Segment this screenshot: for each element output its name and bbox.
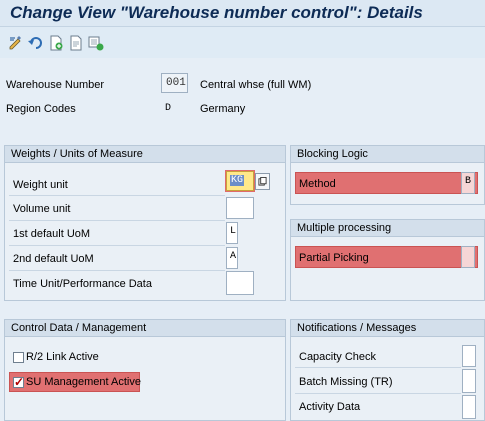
copy-entry-icon[interactable] bbox=[66, 33, 86, 53]
page-title: Change View "Warehouse number control": … bbox=[10, 3, 423, 22]
partial-picking-label: Partial Picking bbox=[299, 252, 369, 264]
region-description: Germany bbox=[200, 103, 246, 115]
capacity-check-label: Capacity Check bbox=[299, 351, 377, 363]
su-management-checkbox[interactable] bbox=[13, 375, 24, 389]
blocking-logic-group: Blocking Logic Method B bbox=[290, 145, 485, 205]
application-toolbar bbox=[0, 28, 485, 58]
weights-group: Weights / Units of Measure Weight unit K… bbox=[4, 145, 286, 301]
second-default-uom-label: 2nd default UoM bbox=[13, 253, 94, 265]
control-data-title: Control Data / Management bbox=[5, 320, 285, 337]
title-bar: Change View "Warehouse number control": … bbox=[0, 0, 485, 27]
first-default-uom-label: 1st default UoM bbox=[13, 228, 91, 240]
volume-unit-field[interactable] bbox=[226, 197, 254, 219]
warehouse-number-field: 001 bbox=[161, 73, 188, 93]
partial-picking-checkbox[interactable] bbox=[461, 246, 475, 268]
select-icon[interactable] bbox=[86, 33, 106, 53]
capacity-check-field[interactable] bbox=[462, 345, 476, 367]
detail-area: Warehouse Number 001 Central whse (full … bbox=[0, 58, 485, 421]
undo-icon[interactable] bbox=[26, 33, 46, 53]
notifications-group: Notifications / Messages Capacity Check … bbox=[290, 319, 485, 421]
region-code-value: D bbox=[165, 103, 172, 114]
volume-unit-label: Volume unit bbox=[13, 203, 71, 215]
region-codes-label: Region Codes bbox=[6, 103, 76, 115]
method-field[interactable]: B bbox=[461, 172, 475, 194]
new-entry-icon[interactable] bbox=[46, 33, 66, 53]
time-unit-label: Time Unit/Performance Data bbox=[13, 278, 152, 290]
activity-data-label: Activity Data bbox=[299, 401, 361, 413]
first-default-uom-field[interactable]: L bbox=[226, 222, 238, 244]
method-label: Method bbox=[299, 178, 336, 190]
r2-link-label: R/2 Link Active bbox=[26, 351, 99, 363]
warehouse-description: Central whse (full WM) bbox=[200, 79, 312, 91]
notifications-title: Notifications / Messages bbox=[291, 320, 484, 337]
batch-missing-label: Batch Missing (TR) bbox=[299, 376, 393, 388]
batch-missing-field[interactable] bbox=[462, 369, 476, 393]
time-unit-field[interactable] bbox=[226, 271, 254, 295]
activity-data-field[interactable] bbox=[462, 395, 476, 419]
value-help-icon[interactable] bbox=[255, 173, 270, 190]
multiple-processing-group: Multiple processing Partial Picking bbox=[290, 219, 485, 301]
control-data-group: Control Data / Management R/2 Link Activ… bbox=[4, 319, 286, 421]
weights-group-title: Weights / Units of Measure bbox=[5, 146, 285, 163]
edit-toggle-icon[interactable] bbox=[6, 33, 26, 53]
multiple-processing-title: Multiple processing bbox=[291, 220, 484, 237]
weight-unit-label: Weight unit bbox=[13, 179, 68, 191]
blocking-logic-title: Blocking Logic bbox=[291, 146, 484, 163]
weight-unit-field[interactable]: KG bbox=[225, 170, 255, 192]
su-management-label: SU Management Active bbox=[26, 376, 141, 388]
r2-link-checkbox[interactable] bbox=[13, 352, 24, 363]
warehouse-number-label: Warehouse Number bbox=[6, 79, 105, 91]
second-default-uom-field[interactable]: A bbox=[226, 247, 238, 269]
